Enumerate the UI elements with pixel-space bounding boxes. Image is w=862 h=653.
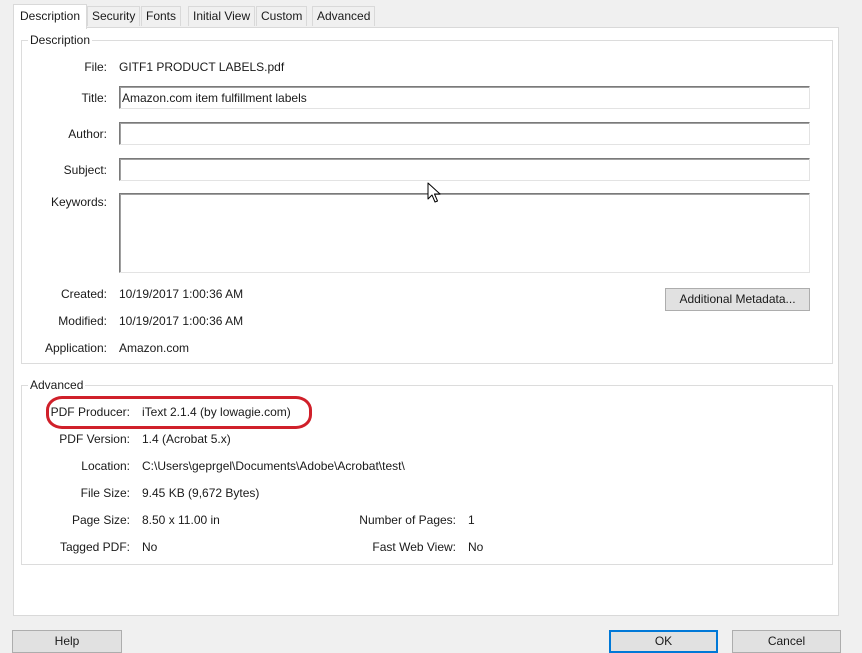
- file-label: File:: [84, 60, 107, 74]
- ok-button[interactable]: OK: [609, 630, 718, 653]
- page-size-label: Page Size:: [71, 513, 130, 527]
- title-field[interactable]: [119, 86, 810, 109]
- file-value: GITF1 PRODUCT LABELS.pdf: [119, 60, 285, 74]
- application-value: Amazon.com: [119, 341, 190, 355]
- title-label: Title:: [81, 91, 107, 105]
- pdf-version-value: 1.4 (Acrobat 5.x): [142, 432, 231, 446]
- advanced-group-title: Advanced: [28, 377, 86, 393]
- description-group-title: Description: [28, 32, 93, 48]
- tab-fonts[interactable]: Fonts: [141, 6, 182, 26]
- created-label: Created:: [60, 287, 107, 301]
- additional-metadata-button[interactable]: Additional Metadata...: [665, 288, 810, 311]
- tab-advanced[interactable]: Advanced: [312, 6, 376, 26]
- tab-security[interactable]: Security: [87, 6, 141, 26]
- number-of-pages-value: 1: [468, 513, 475, 527]
- pdf-producer-highlight: [46, 396, 312, 429]
- fast-web-view-label: Fast Web View:: [372, 540, 456, 554]
- pdf-version-label: PDF Version:: [59, 432, 130, 446]
- created-value: 10/19/2017 1:00:36 AM: [119, 287, 244, 301]
- subject-field[interactable]: [119, 158, 810, 181]
- keywords-field[interactable]: [119, 193, 810, 273]
- location-label: Location:: [81, 459, 130, 473]
- tab-initial-view[interactable]: Initial View: [188, 6, 256, 26]
- subject-label: Subject:: [63, 163, 107, 177]
- tagged-pdf-value: No: [142, 540, 158, 554]
- tab-custom[interactable]: Custom: [256, 6, 308, 26]
- tagged-pdf-label: Tagged PDF:: [59, 540, 130, 554]
- cancel-button[interactable]: Cancel: [732, 630, 841, 653]
- fast-web-view-value: No: [468, 540, 484, 554]
- number-of-pages-label: Number of Pages:: [359, 513, 456, 527]
- file-size-label: File Size:: [80, 486, 130, 500]
- keywords-label: Keywords:: [50, 195, 107, 209]
- mouse-pointer-icon: [427, 182, 441, 203]
- application-label: Application:: [44, 341, 107, 355]
- help-button[interactable]: Help: [12, 630, 122, 653]
- location-value: C:\Users\geprgel\Documents\Adobe\Acrobat…: [142, 459, 405, 473]
- modified-value: 10/19/2017 1:00:36 AM: [119, 314, 244, 328]
- page-size-value: 8.50 x 11.00 in: [142, 513, 220, 527]
- tab-description[interactable]: Description: [13, 4, 88, 29]
- author-label: Author:: [68, 127, 107, 141]
- modified-label: Modified:: [58, 314, 107, 328]
- author-field[interactable]: [119, 122, 810, 145]
- file-size-value: 9.45 KB (9,672 Bytes): [142, 486, 260, 500]
